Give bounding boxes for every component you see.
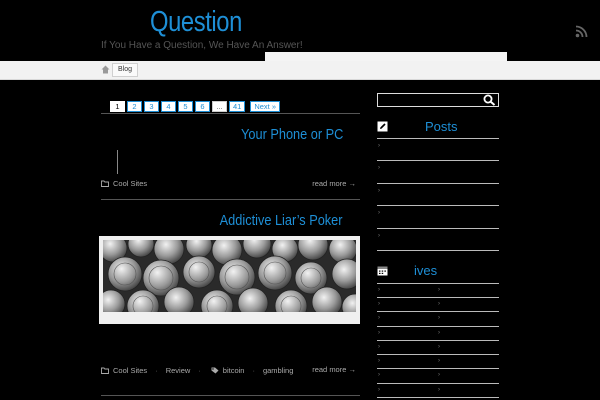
- list-bullet: ›: [438, 358, 440, 364]
- widget-divider: [377, 138, 499, 139]
- list-bullet: ›: [378, 372, 380, 378]
- list-bullet: ›: [378, 387, 380, 393]
- divider: [101, 113, 360, 114]
- widget-divider: [377, 368, 499, 369]
- next-page-link[interactable]: Next »: [250, 101, 281, 112]
- folder-icon: [101, 180, 109, 187]
- read-more-link[interactable]: read more →: [312, 179, 356, 188]
- widget-divider: [377, 205, 499, 206]
- post-meta: Cool Sites: [101, 179, 147, 188]
- list-bullet: ›: [438, 330, 440, 336]
- widget-divider: [377, 326, 499, 327]
- page-link-41[interactable]: 41: [229, 101, 246, 112]
- category-link[interactable]: Review: [166, 366, 191, 375]
- widget-divider: [377, 297, 499, 298]
- search-icon[interactable]: [483, 94, 496, 106]
- list-bullet: ›: [378, 188, 380, 194]
- widget-divider: [377, 311, 499, 312]
- list-bullet: ›: [378, 330, 380, 336]
- post-title[interactable]: Addictive Liar’s Poker: [220, 212, 343, 229]
- post-image-frame: [99, 236, 360, 324]
- widget-divider: [377, 354, 499, 355]
- list-bullet: ›: [438, 387, 440, 393]
- list-bullet: ›: [378, 143, 380, 149]
- widget-divider: [377, 250, 499, 251]
- list-bullet: ›: [378, 165, 380, 171]
- main-navigation: Blog: [0, 61, 600, 80]
- meta-separator: ·: [252, 366, 255, 375]
- page-link-4[interactable]: 4: [161, 101, 176, 112]
- post-excerpt-bar: [117, 150, 118, 174]
- divider: [101, 395, 360, 396]
- list-bullet: ›: [438, 372, 440, 378]
- page-link-5[interactable]: 5: [178, 101, 193, 112]
- search-input[interactable]: [377, 93, 499, 107]
- read-more-link[interactable]: read more →: [312, 365, 356, 374]
- pagination: 1 2 3 4 5 6 ... 41 Next »: [110, 101, 281, 112]
- list-bullet: ›: [378, 344, 380, 350]
- home-icon[interactable]: [101, 65, 110, 74]
- rss-icon[interactable]: [575, 25, 588, 38]
- page-link-6[interactable]: 6: [195, 101, 210, 112]
- widget-title-posts: Posts: [425, 119, 458, 134]
- category-link[interactable]: Cool Sites: [113, 366, 147, 375]
- calendar-icon: [377, 266, 388, 276]
- post-title[interactable]: Your Phone or PC: [241, 126, 343, 143]
- divider: [101, 199, 360, 200]
- nav-item-blog[interactable]: Blog: [112, 63, 139, 77]
- list-bullet: ›: [378, 301, 380, 307]
- widget-divider: [377, 340, 499, 341]
- category-link[interactable]: Cool Sites: [113, 179, 147, 188]
- meta-separator: ·: [155, 366, 158, 375]
- list-bullet: ›: [438, 344, 440, 350]
- edit-icon: [377, 121, 388, 132]
- widget-divider: [377, 183, 499, 184]
- site-tagline: If You Have a Question, We Have An Answe…: [101, 40, 303, 51]
- list-bullet: ›: [378, 233, 380, 239]
- meta-separator: ·: [198, 366, 201, 375]
- widget-divider: [377, 383, 499, 384]
- post-meta: Cool Sites · Review · bitcoin · gambling: [101, 366, 293, 375]
- list-bullet: ›: [378, 315, 380, 321]
- page-link-2[interactable]: 2: [127, 101, 142, 112]
- list-bullet: ›: [438, 287, 440, 293]
- page-link-3[interactable]: 3: [144, 101, 159, 112]
- widget-divider: [377, 228, 499, 229]
- page-ellipsis: ...: [212, 101, 227, 112]
- tag-icon: [211, 367, 219, 374]
- tag-link[interactable]: gambling: [263, 366, 293, 375]
- list-bullet: ›: [378, 287, 380, 293]
- post-image-coins[interactable]: [103, 240, 356, 312]
- folder-icon: [101, 367, 109, 374]
- list-bullet: ›: [378, 358, 380, 364]
- list-bullet: ›: [438, 301, 440, 307]
- list-bullet: ›: [438, 315, 440, 321]
- list-bullet: ›: [378, 210, 380, 216]
- tag-link[interactable]: bitcoin: [223, 366, 245, 375]
- widget-divider: [377, 283, 499, 284]
- widget-title-archives: ives: [414, 263, 438, 278]
- site-title[interactable]: Question: [150, 6, 242, 39]
- widget-divider: [377, 397, 499, 398]
- widget-divider: [377, 160, 499, 161]
- page-link-1[interactable]: 1: [110, 101, 125, 112]
- header-bar: [265, 52, 507, 61]
